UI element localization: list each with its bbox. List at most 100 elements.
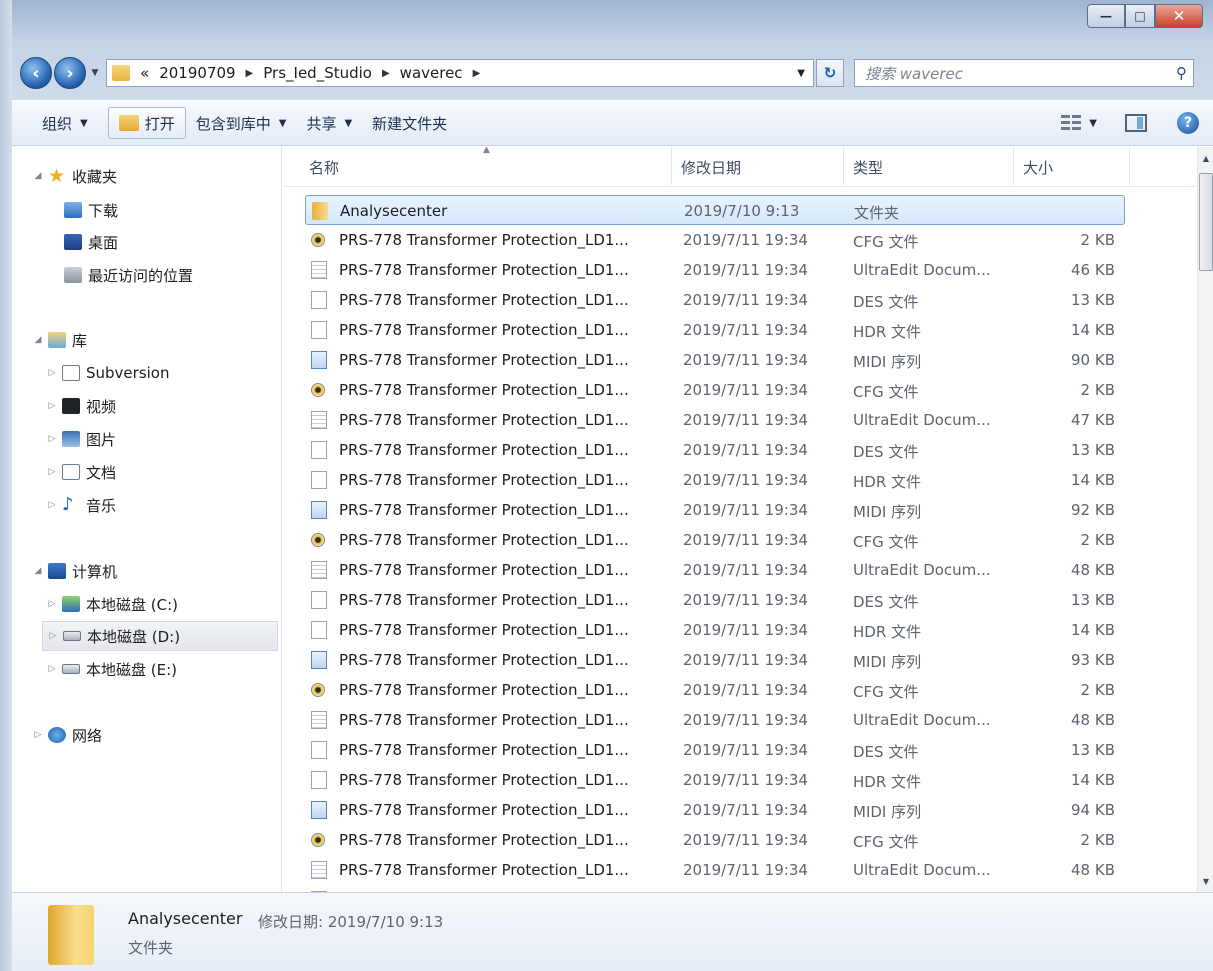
file-row[interactable]: PRS-778 Transformer Protection_LD1...201… bbox=[305, 285, 1125, 315]
forward-button[interactable]: › bbox=[54, 57, 86, 89]
breadcrumb-arrow-icon[interactable]: ▶ bbox=[382, 68, 390, 79]
search-icon[interactable]: ⚲ bbox=[1176, 64, 1187, 82]
recent-pages-dropdown[interactable]: ▼ bbox=[88, 68, 102, 78]
file-row[interactable]: PRS-778 Transformer Protection_LD1...201… bbox=[305, 435, 1125, 465]
breadcrumb-item[interactable]: 20190709 bbox=[159, 64, 235, 82]
collapse-arrow-icon[interactable]: ▷ bbox=[32, 730, 44, 740]
column-size[interactable]: 大小 bbox=[1023, 157, 1053, 179]
nav-computer[interactable]: ◢ 计算机 bbox=[32, 556, 117, 586]
nav-downloads[interactable]: 下载 bbox=[64, 195, 118, 225]
file-row[interactable]: PRS-778 Transformer Protection_LD1...201… bbox=[305, 345, 1125, 375]
file-row[interactable]: PRS-778 Transformer Protection_LD1...201… bbox=[305, 825, 1125, 855]
open-button[interactable]: 打开 bbox=[107, 107, 186, 139]
collapse-arrow-icon[interactable]: ▷ bbox=[46, 500, 58, 510]
maximize-button[interactable]: □ bbox=[1125, 4, 1155, 28]
file-row[interactable]: Analysecenter 2019/7/10 9:13 文件夹 bbox=[305, 195, 1125, 225]
file-row[interactable]: PRS-778 Transformer Protection_LD1...201… bbox=[305, 525, 1125, 555]
column-divider[interactable] bbox=[843, 147, 844, 185]
file-row[interactable]: PRS-778 Transformer Protection_LD1...201… bbox=[305, 225, 1125, 255]
organize-button[interactable]: 组织 ▼ bbox=[32, 107, 98, 139]
file-row[interactable]: PRS-778 Transformer Protection_LD1...201… bbox=[305, 585, 1125, 615]
expand-arrow-icon[interactable]: ◢ bbox=[32, 566, 44, 576]
collapse-arrow-icon[interactable]: ▷ bbox=[47, 631, 59, 641]
refresh-button[interactable]: ↻ bbox=[816, 59, 844, 87]
nav-documents[interactable]: ▷ 文档 bbox=[46, 457, 116, 487]
file-name: PRS-778 Transformer Protection_LD1... bbox=[339, 501, 629, 519]
nav-recent[interactable]: 最近访问的位置 bbox=[64, 260, 193, 290]
collapse-arrow-icon[interactable]: ▷ bbox=[46, 599, 58, 609]
file-row[interactable]: PRS-778 Transformer Protection_LD1...201… bbox=[305, 375, 1125, 405]
file-size: 2 KB bbox=[1080, 681, 1115, 699]
collapse-arrow-icon[interactable]: ▷ bbox=[46, 434, 58, 444]
file-row[interactable]: PRS-778 Transformer Protection_LD1...201… bbox=[305, 255, 1125, 285]
file-name: PRS-778 Transformer Protection_LD1... bbox=[339, 381, 629, 399]
file-row[interactable]: PRS-778 Transformer Protection_LD1...201… bbox=[305, 735, 1125, 765]
collapse-arrow-icon[interactable]: ▷ bbox=[46, 664, 58, 674]
breadcrumb-arrow-icon[interactable]: ▶ bbox=[246, 68, 254, 79]
scroll-down-icon[interactable]: ▼ bbox=[1198, 874, 1213, 890]
column-type[interactable]: 类型 bbox=[853, 157, 883, 179]
expand-arrow-icon[interactable]: ◢ bbox=[32, 335, 44, 345]
file-row[interactable]: PRS-778 Transformer Protection_LD1...201… bbox=[305, 405, 1125, 435]
column-divider[interactable] bbox=[1013, 147, 1014, 185]
file-row[interactable]: PRS-778 Transformer Protection_LD1...201… bbox=[305, 315, 1125, 345]
breadcrumb-overflow[interactable]: « bbox=[140, 64, 149, 82]
collapse-arrow-icon[interactable]: ▷ bbox=[46, 401, 58, 411]
nav-videos[interactable]: ▷ 视频 bbox=[46, 391, 116, 421]
column-name[interactable]: 名称 bbox=[309, 157, 339, 179]
nav-desktop[interactable]: 桌面 bbox=[64, 227, 118, 257]
file-row[interactable]: PRS-778 Transformer Protection_LD1...201… bbox=[305, 645, 1125, 675]
nav-pictures[interactable]: ▷ 图片 bbox=[46, 424, 116, 454]
preview-pane-icon[interactable] bbox=[1125, 114, 1147, 132]
nav-drive-c[interactable]: ▷ 本地磁盘 (C:) bbox=[46, 589, 178, 619]
collapse-arrow-icon[interactable]: ▷ bbox=[46, 368, 58, 378]
nav-favorites[interactable]: ◢ ★ 收藏夹 bbox=[32, 161, 117, 191]
nav-subversion[interactable]: ▷ Subversion bbox=[46, 358, 170, 388]
collapse-arrow-icon[interactable]: ▷ bbox=[46, 467, 58, 477]
nav-label: 本地磁盘 (C:) bbox=[86, 595, 178, 614]
file-row[interactable]: PRS-778 Transformer Protection_LD1...201… bbox=[305, 555, 1125, 585]
scroll-thumb[interactable] bbox=[1199, 173, 1213, 271]
back-button[interactable]: ‹ bbox=[20, 57, 52, 89]
address-bar[interactable]: « 20190709 ▶ Prs_Ied_Studio ▶ waverec ▶ … bbox=[106, 59, 814, 87]
breadcrumb-item[interactable]: waverec bbox=[400, 64, 463, 82]
file-row[interactable]: PRS-778 Transformer Protection_LD1...201… bbox=[305, 615, 1125, 645]
include-library-button[interactable]: 包含到库中 ▼ bbox=[186, 107, 297, 139]
column-date[interactable]: 修改日期 bbox=[681, 157, 741, 179]
nav-network[interactable]: ▷ 网络 bbox=[32, 720, 102, 750]
nav-label: 网络 bbox=[72, 726, 103, 745]
file-row[interactable]: PRS-778 Transformer Protection_LD1...201… bbox=[305, 885, 1125, 892]
address-dropdown-icon[interactable]: ▼ bbox=[797, 68, 805, 79]
search-input[interactable]: 搜索 waverec ⚲ bbox=[854, 59, 1194, 87]
breadcrumb-arrow-icon[interactable]: ▶ bbox=[473, 68, 481, 79]
file-row[interactable]: PRS-778 Transformer Protection_LD1...201… bbox=[305, 675, 1125, 705]
scroll-up-icon[interactable]: ▲ bbox=[1198, 151, 1213, 167]
file-row[interactable]: PRS-778 Transformer Protection_LD1...201… bbox=[305, 465, 1125, 495]
file-row[interactable]: PRS-778 Transformer Protection_LD1...201… bbox=[305, 705, 1125, 735]
vertical-scrollbar[interactable]: ▲ ▼ bbox=[1197, 147, 1213, 892]
file-type: DES 文件 bbox=[853, 593, 919, 611]
chevron-down-icon[interactable]: ▼ bbox=[1089, 118, 1097, 129]
file-row[interactable]: PRS-778 Transformer Protection_LD1...201… bbox=[305, 495, 1125, 525]
nav-drive-d[interactable]: ▷ 本地磁盘 (D:) bbox=[42, 621, 278, 651]
close-button[interactable]: ✕ bbox=[1155, 4, 1203, 28]
share-button[interactable]: 共享 ▼ bbox=[296, 107, 362, 139]
file-row[interactable]: PRS-778 Transformer Protection_LD1...201… bbox=[305, 765, 1125, 795]
column-divider[interactable] bbox=[671, 147, 672, 185]
file-name: PRS-778 Transformer Protection_LD1... bbox=[339, 831, 629, 849]
file-type: DES 文件 bbox=[853, 293, 919, 311]
file-size: 48 KB bbox=[1071, 861, 1115, 879]
nav-libraries[interactable]: ◢ 库 bbox=[32, 325, 87, 355]
minimize-button[interactable]: — bbox=[1087, 4, 1125, 28]
expand-arrow-icon[interactable]: ◢ bbox=[32, 171, 44, 181]
column-divider[interactable] bbox=[1129, 147, 1130, 185]
help-icon[interactable]: ? bbox=[1177, 112, 1199, 134]
nav-drive-e[interactable]: ▷ 本地磁盘 (E:) bbox=[46, 654, 177, 684]
nav-music[interactable]: ▷ ♪ 音乐 bbox=[46, 490, 116, 520]
file-row[interactable]: PRS-778 Transformer Protection_LD1...201… bbox=[305, 855, 1125, 885]
nav-label: 视频 bbox=[86, 397, 117, 416]
new-folder-button[interactable]: 新建文件夹 bbox=[362, 107, 457, 139]
file-row[interactable]: PRS-778 Transformer Protection_LD1...201… bbox=[305, 795, 1125, 825]
view-options-icon[interactable] bbox=[1061, 115, 1082, 131]
breadcrumb-item[interactable]: Prs_Ied_Studio bbox=[263, 64, 372, 82]
